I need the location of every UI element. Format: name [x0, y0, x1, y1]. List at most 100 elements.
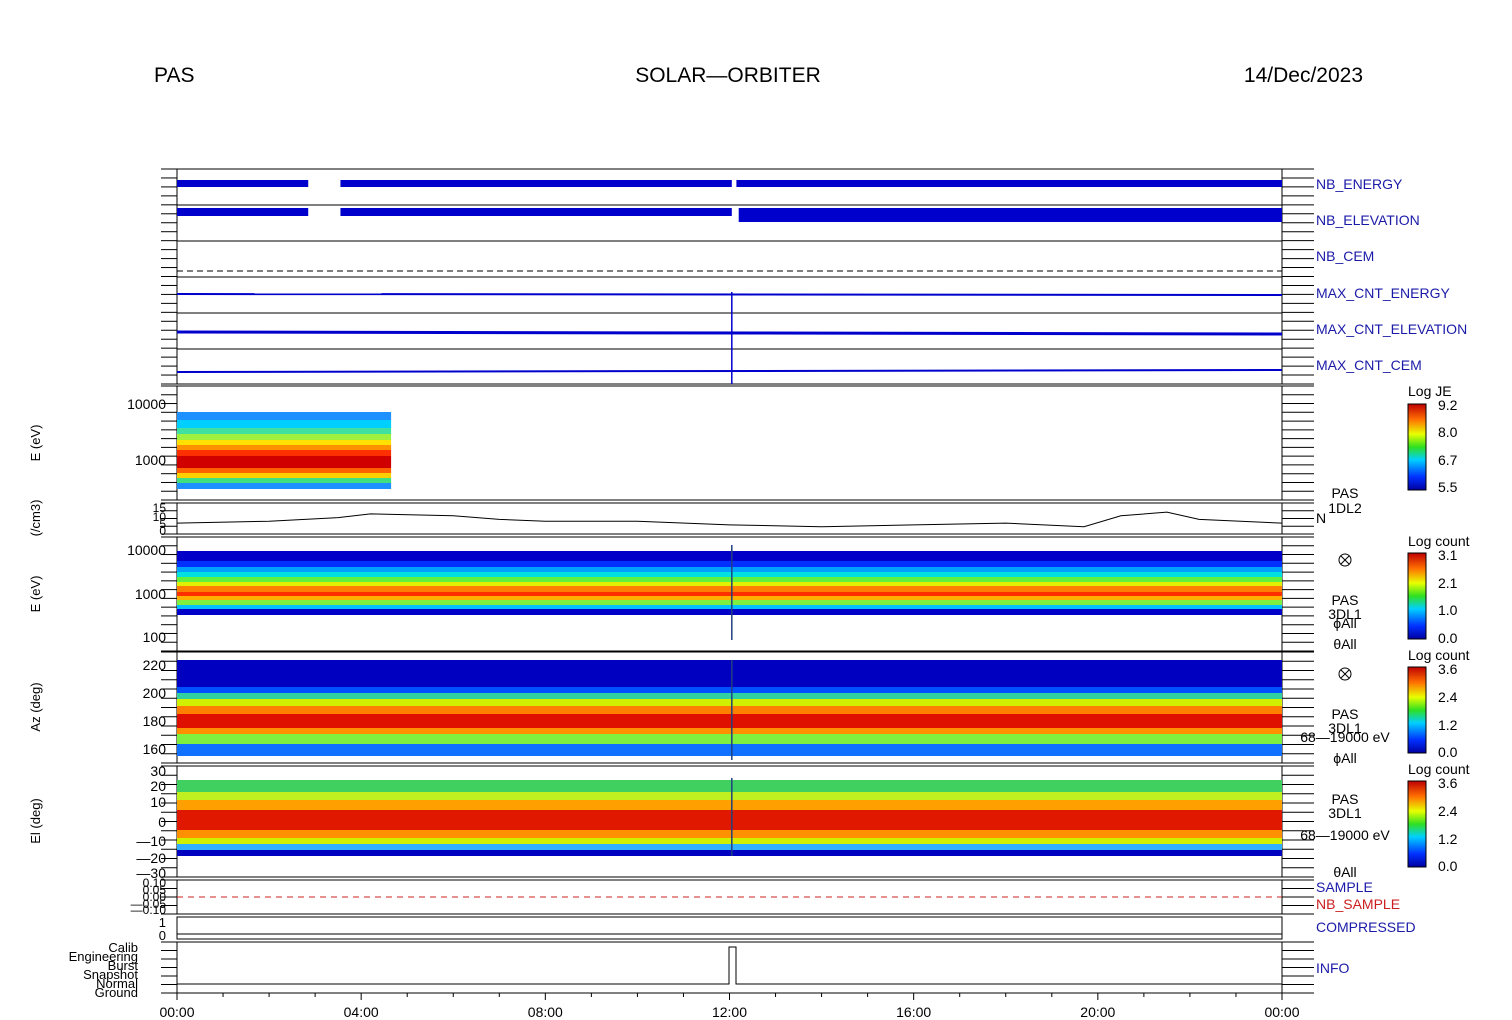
x-tick-label: 16:00	[896, 1004, 931, 1020]
energy-ytick-label: 1000	[135, 586, 166, 602]
je-colorbar	[1407, 403, 1427, 491]
azimuth-band	[177, 687, 1282, 693]
sample-label: SAMPLE	[1316, 879, 1373, 895]
housekeeping-panel: NB_ENERGY NB_ELEVATION NB_CEM MAX_CNT_ENERG…	[176, 168, 1467, 385]
info-ytick-label: Ground	[95, 985, 138, 1000]
azimuth-right-label: ϕAll	[1333, 750, 1356, 766]
energy-ytick-label: 10000	[127, 542, 166, 558]
out-of-plane-icon	[1338, 667, 1352, 681]
x-tick-label: 04:00	[344, 1004, 379, 1020]
energy-colorbar-tick: 2.1	[1438, 575, 1458, 591]
azimuth-colorbar-tick: 1.2	[1438, 717, 1458, 733]
energy-colorbar-tick: 3.1	[1438, 547, 1458, 563]
density-series-line	[176, 511, 1283, 528]
elevation-right-label: 68—19000 eV	[1300, 827, 1390, 843]
elevation-ytick-label: 20	[150, 778, 166, 794]
energy-right-label: θAll	[1333, 636, 1356, 652]
energy-band	[177, 567, 1282, 572]
je-spectrogram	[177, 412, 392, 489]
azimuth-band	[177, 693, 1282, 699]
energy-colorbar-tick: 1.0	[1438, 602, 1458, 618]
je-band	[177, 434, 392, 440]
nb-elevation-band	[340, 208, 732, 216]
je-colorbar-tick: 6.7	[1438, 452, 1458, 468]
compressed-ytick-label: 0	[159, 928, 166, 943]
energy-band	[177, 600, 1282, 605]
je-band	[177, 483, 392, 489]
azimuth-band	[177, 744, 1282, 756]
je-band	[177, 456, 392, 468]
je-colorbar-tick: 8.0	[1438, 424, 1458, 440]
elevation-right-label: 3DL1	[1328, 805, 1362, 821]
elevation-band	[177, 780, 1282, 792]
out-of-plane-icon	[1338, 553, 1352, 567]
elevation-band	[177, 838, 1282, 844]
azimuth-panel: Az (deg) 220 200 180 160 PAS 3DL1 68—190…	[28, 647, 1470, 766]
density-ylabel: (/cm3)	[28, 500, 43, 537]
je-ytick-label: 1000	[135, 452, 166, 468]
nb-sample-label: NB_SAMPLE	[1316, 896, 1400, 912]
je-ytick-label: 10000	[127, 396, 166, 412]
density-panel: (/cm3) 15 10 5 0 PAS 1DL2 N	[28, 485, 1362, 538]
elevation-band	[177, 830, 1282, 838]
azimuth-band	[177, 714, 1282, 728]
elevation-ylabel: El (deg)	[28, 798, 43, 844]
nb-elevation-band	[177, 208, 309, 216]
je-band	[177, 420, 392, 428]
max-cnt-energy-line	[176, 293, 1283, 296]
x-tick-label: 00:00	[159, 1004, 194, 1020]
elevation-ytick-label: 30	[150, 763, 166, 779]
x-tick-label: 12:00	[712, 1004, 747, 1020]
elevation-band	[177, 800, 1282, 810]
energy-colorbar-tick: 0.0	[1438, 630, 1458, 646]
hk-label: MAX_CNT_ELEVATION	[1316, 321, 1467, 337]
nb-elevation-band	[738, 208, 1282, 222]
elevation-band	[177, 792, 1282, 800]
azimuth-ytick-label: 160	[143, 741, 167, 757]
energy-spectrogram	[177, 545, 1282, 640]
azimuth-ylabel: Az (deg)	[28, 682, 43, 731]
energy-band	[177, 592, 1282, 596]
energy-right-label: ϕAll	[1333, 615, 1356, 631]
compressed-frame	[176, 916, 1283, 940]
elevation-band	[177, 844, 1282, 850]
date-title: 14/Dec/2023	[1244, 64, 1363, 87]
elevation-ytick-label: 10	[150, 794, 166, 810]
hk-traces	[176, 180, 1283, 384]
je-ylabel: E (eV)	[28, 425, 43, 462]
je-band	[177, 473, 392, 478]
je-band	[177, 450, 392, 456]
hk-label: MAX_CNT_ENERGY	[1316, 285, 1450, 301]
energy-spectrogram-panel: E (eV) 10000 1000 100 PAS 3DL1 ϕAll θAll…	[28, 533, 1470, 652]
hk-label: NB_ELEVATION	[1316, 212, 1420, 228]
energy-band	[177, 582, 1282, 586]
energy-ylabel: E (eV)	[28, 576, 43, 613]
instrument-title: PAS	[154, 64, 194, 87]
energy-band	[177, 572, 1282, 577]
elevation-band	[177, 810, 1282, 830]
azimuth-right-label: 68—19000 eV	[1300, 729, 1390, 745]
elevation-right-label: θAll	[1333, 864, 1356, 880]
azimuth-band	[177, 699, 1282, 706]
azimuth-colorbar-tick: 3.6	[1438, 661, 1458, 677]
compressed-panel: 1 0 COMPRESSED	[159, 915, 1416, 943]
azimuth-ytick-label: 180	[143, 713, 167, 729]
elevation-band	[177, 850, 1282, 856]
density-right-label: PAS	[1332, 485, 1359, 501]
x-tick-label: 08:00	[528, 1004, 563, 1020]
je-band	[177, 445, 392, 450]
density-series-label: N	[1316, 510, 1326, 526]
density-frame	[176, 502, 1283, 535]
elevation-colorbar-tick: 3.6	[1438, 775, 1458, 791]
pas-summary-plot: PAS SOLAR—ORBITER 14/Dec/2023 NB_ENERGYN…	[28, 64, 1470, 1020]
compressed-label: COMPRESSED	[1316, 919, 1416, 935]
max-cnt-elevation-line	[176, 330, 1283, 336]
je-band	[177, 412, 392, 420]
elevation-colorbar-tick: 1.2	[1438, 831, 1458, 847]
elevation-colorbar-tick: 0.0	[1438, 858, 1458, 874]
je-band	[177, 478, 392, 483]
info-mode-line	[177, 946, 1282, 985]
nb-energy-band	[736, 180, 1282, 187]
azimuth-colorbar-tick: 0.0	[1438, 744, 1458, 760]
info-label: INFO	[1316, 960, 1350, 976]
